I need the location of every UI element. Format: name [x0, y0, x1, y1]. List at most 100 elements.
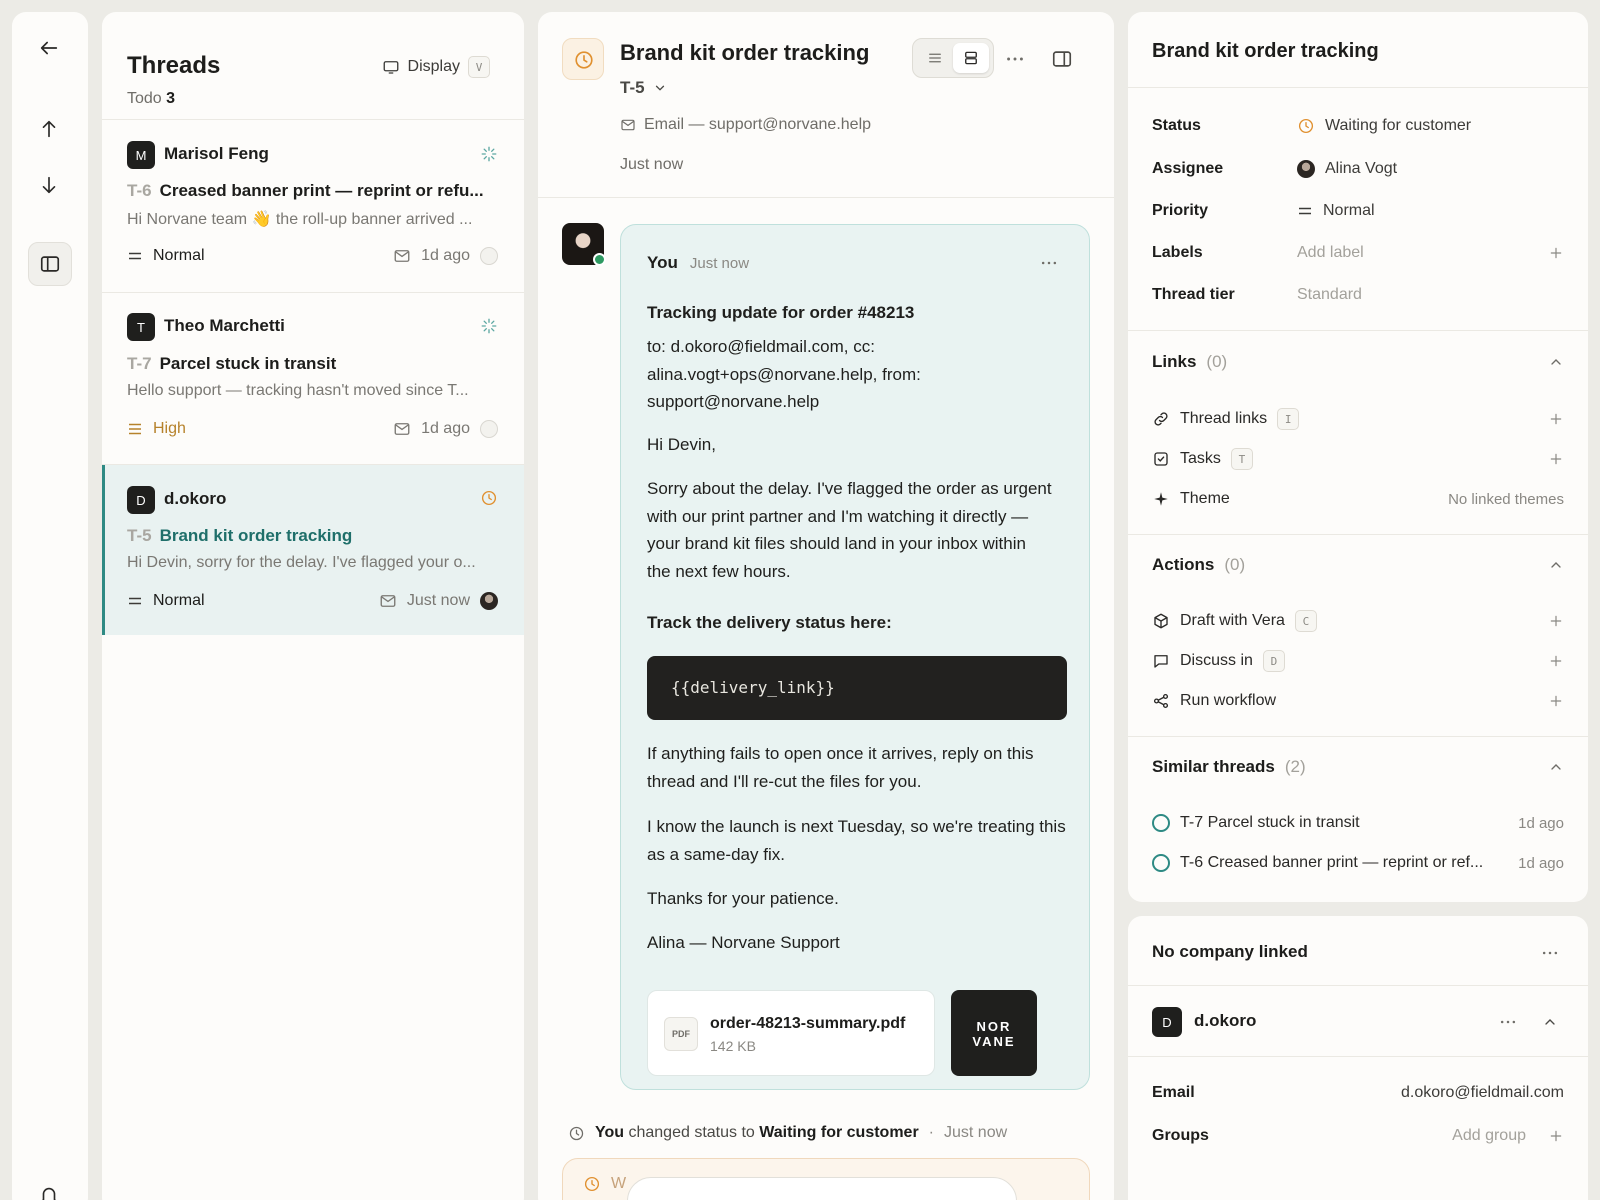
code-block: {{delivery_link}}	[647, 656, 1067, 720]
assignee-avatar	[480, 592, 498, 610]
sidebar-panel-icon	[39, 253, 61, 275]
property-value: Waiting for customer	[1297, 117, 1564, 135]
shortcut-key: T	[1230, 448, 1253, 470]
back-arrow-icon[interactable]	[38, 37, 60, 59]
contact-name[interactable]: d.okoro	[1194, 1011, 1256, 1031]
card-view-button[interactable]	[953, 43, 989, 73]
priority-property[interactable]: Priority Normal	[1152, 199, 1564, 223]
message-subject: Tracking update for order #48213	[647, 303, 915, 322]
actions-section-header[interactable]: Actions (0)	[1152, 555, 1564, 575]
property-key: Groups	[1152, 1127, 1209, 1144]
status-property[interactable]: Status Waiting for customer	[1152, 114, 1564, 138]
plus-icon[interactable]	[1548, 693, 1564, 709]
plus-icon[interactable]	[1548, 653, 1564, 669]
draft-with-vera-row[interactable]: Draft with Vera C	[1152, 608, 1564, 634]
updated-time: Just now	[620, 156, 684, 173]
clock-icon	[573, 49, 595, 71]
thread-meta: Just now	[379, 592, 498, 610]
loading-spinner-icon	[480, 317, 498, 335]
message-paragraph: If anything fails to open once it arrive…	[647, 744, 1034, 791]
open-status-ring-icon	[1152, 814, 1170, 832]
thread-subject-text: Creased banner print — reprint or refu..…	[159, 181, 484, 200]
tasks-row[interactable]: Tasks T	[1152, 446, 1564, 472]
shortcut-key: I	[1277, 408, 1300, 430]
thread-tier-property[interactable]: Thread tier Standard	[1152, 283, 1564, 307]
property-key: Assignee	[1152, 160, 1224, 177]
plus-icon[interactable]	[1548, 1128, 1564, 1144]
thread-priority: High	[127, 420, 186, 438]
plus-icon[interactable]	[1548, 613, 1564, 629]
discuss-in-row[interactable]: Discuss in D	[1152, 648, 1564, 674]
status-circle-icon	[480, 420, 498, 438]
similar-thread-item[interactable]: T-6 Creased banner print — reprint or re…	[1152, 850, 1564, 876]
chevron-up-icon[interactable]	[1542, 1014, 1558, 1030]
more-options-icon[interactable]	[1540, 943, 1560, 963]
sparkle-icon	[1152, 490, 1170, 508]
logo-text: VANE	[972, 1034, 1016, 1049]
thread-subject: T-7 Parcel stuck in transit	[127, 354, 494, 374]
status-button[interactable]	[562, 38, 604, 80]
thread-priority: Normal	[127, 247, 205, 265]
thread-preview: Hi Devin, sorry for the delay. I've flag…	[127, 554, 476, 571]
contact-email-property: Email d.okoro@fieldmail.com	[1152, 1081, 1564, 1105]
thread-item[interactable]: T Theo Marchetti T-7 Parcel stuck in tran…	[102, 293, 524, 463]
conversation-title: Brand kit order tracking	[620, 40, 870, 65]
reply-composer[interactable]: W	[562, 1158, 1090, 1200]
brand-logo-attachment[interactable]: NOR VANE	[951, 990, 1037, 1076]
similar-threads-section-header[interactable]: Similar threads (2)	[1152, 757, 1564, 777]
shortcut-key: D	[1262, 650, 1285, 672]
more-options-icon[interactable]	[1498, 1012, 1518, 1032]
similar-thread-label: T-7 Parcel stuck in transit	[1180, 814, 1360, 831]
chevron-up-icon	[1548, 354, 1564, 370]
thread-links-row[interactable]: Thread links I	[1152, 406, 1564, 432]
groups-property[interactable]: Groups Add group	[1152, 1124, 1564, 1148]
plus-icon[interactable]	[1548, 245, 1564, 261]
more-options-icon[interactable]	[1004, 48, 1026, 70]
theme-row[interactable]: Theme No linked themes	[1152, 486, 1564, 512]
links-section-header[interactable]: Links (0)	[1152, 352, 1564, 372]
attachment-card[interactable]: PDF order-48213-summary.pdf 142 KB	[647, 990, 935, 1076]
assignee-property[interactable]: Assignee Alina Vogt	[1152, 157, 1564, 181]
display-button[interactable]: Display V	[382, 56, 490, 78]
run-workflow-row[interactable]: Run workflow	[1152, 688, 1564, 714]
channel-text: Email — support@norvane.help	[644, 116, 872, 133]
bell-icon[interactable]	[38, 1184, 60, 1200]
link-icon	[1152, 410, 1170, 428]
workflow-icon	[1152, 692, 1170, 710]
thread-item-selected[interactable]: D d.okoro T-5 Brand kit order tracking Hi…	[102, 465, 524, 635]
message-more-icon[interactable]	[1039, 253, 1059, 273]
labels-property[interactable]: Labels Add label	[1152, 241, 1564, 265]
contact-email[interactable]: d.okoro@fieldmail.com	[1401, 1084, 1564, 1102]
event-actor: You	[595, 1124, 625, 1141]
list-view-button[interactable]	[917, 43, 953, 73]
priority-label: Normal	[153, 592, 205, 609]
side-panel-icon[interactable]	[1051, 48, 1073, 70]
plus-icon[interactable]	[1548, 411, 1564, 427]
similar-thread-item[interactable]: T-7 Parcel stuck in transit 1d ago	[1152, 810, 1564, 836]
plus-icon[interactable]	[1548, 451, 1564, 467]
thread-item[interactable]: M Marisol Feng T-6 Creased banner print —…	[102, 120, 524, 290]
property-value: Alina Vogt	[1297, 160, 1564, 178]
attachment-name: order-48213-summary.pdf	[710, 1015, 906, 1032]
assignee-avatar	[1297, 160, 1315, 178]
thread-id-dropdown[interactable]: T-5	[620, 78, 667, 98]
thread-author: Theo Marchetti	[164, 316, 285, 335]
row-label: Tasks	[1180, 450, 1221, 467]
details-title: Brand kit order tracking	[1152, 40, 1379, 62]
status-circle-icon	[480, 247, 498, 265]
similar-thread-time: 1d ago	[1518, 814, 1564, 832]
toggle-sidebar-button[interactable]	[28, 242, 72, 286]
divider	[1128, 87, 1588, 88]
avatar: D	[127, 486, 155, 514]
section-title: Similar threads	[1152, 757, 1275, 776]
clock-icon	[480, 489, 498, 507]
threads-filter[interactable]: Todo 3	[127, 90, 175, 108]
arrow-up-icon[interactable]	[38, 118, 60, 140]
priority-normal-icon	[127, 248, 143, 264]
priority-normal-icon	[127, 593, 143, 609]
arrow-down-icon[interactable]	[38, 174, 60, 196]
thread-id: T-7	[127, 354, 152, 373]
display-label: Display	[407, 58, 460, 75]
message-paragraph: I know the launch is next Tuesday, so we…	[647, 817, 1066, 864]
divider	[1128, 736, 1588, 737]
